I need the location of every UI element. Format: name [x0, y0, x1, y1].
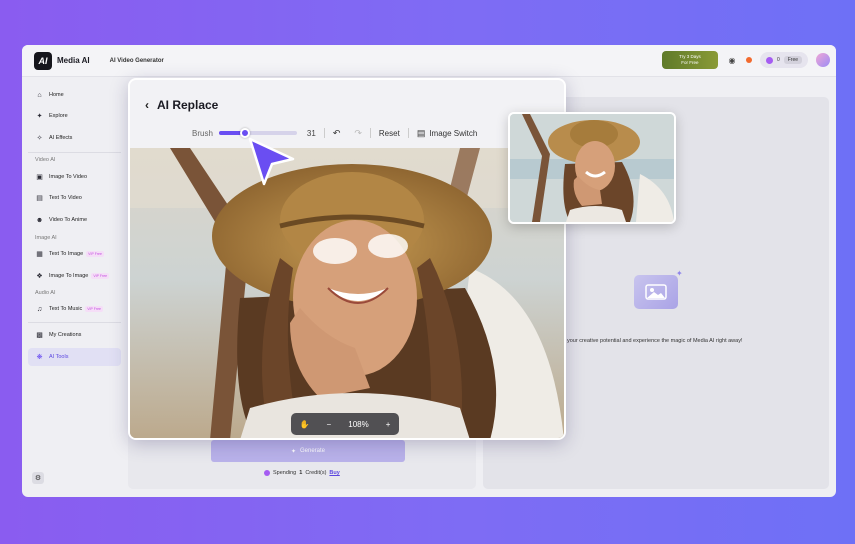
- top-bar: AI Media AI AI Video Generator Try 3 Day…: [22, 45, 836, 77]
- toolbar-divider: [407, 128, 409, 138]
- brush-label: Brush: [192, 128, 213, 138]
- modal-title: AI Replace: [157, 98, 219, 112]
- sidebar-item-text-to-image[interactable]: ▦ Text To Image VIP Free: [28, 245, 121, 263]
- free-trial-promo-button[interactable]: Try 3 Days For Free: [661, 51, 718, 69]
- toolbar-divider: [323, 128, 325, 138]
- sidebar-item-video-to-anime[interactable]: ☻ Video To Anime: [28, 211, 121, 229]
- plan-badge: Free: [783, 56, 802, 64]
- vip-badge: VIP Free: [85, 306, 103, 312]
- vip-badge: VIP Free: [86, 251, 104, 257]
- brush-size-value: 31: [306, 128, 316, 138]
- sidebar-divider: [28, 322, 121, 323]
- sidebar-item-text-to-music[interactable]: ♫ Text To Music VIP Free: [28, 300, 121, 318]
- reset-button[interactable]: Reset: [379, 129, 400, 138]
- image-placeholder-icon: [634, 275, 678, 309]
- sidebar-item-label: AI Effects: [49, 135, 73, 141]
- buy-link[interactable]: Buy: [329, 470, 339, 476]
- brush-size-slider[interactable]: [218, 128, 297, 138]
- generate-label: Generate: [300, 448, 326, 454]
- grid-icon: ❋: [36, 354, 43, 361]
- sparkle-icon: ✦: [290, 448, 296, 455]
- sidebar-item-label: AI Tools: [49, 354, 69, 360]
- sidebar-item-label: Text To Image: [49, 251, 84, 257]
- image-icon: ▦: [36, 251, 43, 258]
- brand-name: Media AI: [57, 56, 90, 65]
- app-logo[interactable]: AI: [34, 51, 52, 70]
- notification-icon[interactable]: [745, 57, 752, 63]
- sidebar-item-ai-tools[interactable]: ❋ AI Tools: [28, 348, 121, 366]
- spending-suffix: Credit(s): [305, 470, 327, 476]
- sidebar-item-explore[interactable]: ✦ Explore: [28, 107, 121, 125]
- anime-icon: ☻: [35, 216, 44, 224]
- image-switch-icon[interactable]: ▤: [417, 128, 426, 139]
- zoom-level: 108%: [348, 419, 369, 429]
- modal-header: ‹ AI Replace: [145, 98, 218, 112]
- sidebar-item-text-to-video[interactable]: ▤ Text To Video: [28, 189, 121, 207]
- help-bot-icon[interactable]: ⚙: [32, 472, 44, 484]
- hand-pan-icon[interactable]: ✋: [300, 420, 310, 429]
- spending-info: Spending 1 Credit(s) Buy: [264, 470, 340, 476]
- sidebar-item-label: Image To Image: [49, 273, 89, 279]
- sparkle-icon: ✧: [36, 135, 43, 142]
- image-switch-button[interactable]: Image Switch: [429, 129, 477, 138]
- sidebar-item-my-creations[interactable]: ▩ My Creations: [28, 326, 121, 344]
- sparkle-icon: ✦: [676, 269, 683, 278]
- generate-button[interactable]: ✦ Generate: [211, 440, 405, 462]
- preview-photo: [510, 114, 674, 222]
- credits-count: 0: [776, 57, 780, 63]
- undo-icon[interactable]: ↶: [333, 128, 341, 139]
- result-preview-image[interactable]: [508, 112, 676, 224]
- group-audio-ai: Audio AI: [35, 290, 56, 296]
- sidebar-item-label: Home: [49, 92, 64, 98]
- music-icon: ♫: [36, 305, 43, 313]
- sidebar-divider: [28, 152, 121, 153]
- sidebar-item-label: My Creations: [49, 332, 82, 338]
- images-icon: ❖: [36, 273, 43, 280]
- sidebar-item-ai-effects[interactable]: ✧ AI Effects: [28, 129, 121, 147]
- zoom-controls: ✋ − 108% +: [291, 413, 399, 435]
- group-image-ai: Image AI: [35, 235, 57, 241]
- discord-icon[interactable]: ◉: [726, 54, 738, 66]
- sidebar-item-home[interactable]: ⌂ Home: [28, 86, 121, 104]
- coin-icon: [765, 56, 773, 64]
- promo-line-2: For Free: [681, 60, 699, 65]
- compass-icon: ✦: [36, 113, 43, 120]
- brush-toolbar: Brush 31 ↶ ↷ Reset ▤ Image Switch: [192, 126, 477, 140]
- sidebar-item-label: Explore: [49, 113, 68, 119]
- user-avatar[interactable]: [816, 53, 830, 67]
- vip-badge: VIP Free: [91, 273, 110, 279]
- group-video-ai: Video AI: [35, 157, 56, 163]
- editable-photo[interactable]: ✋ − 108% +: [130, 148, 564, 438]
- empty-state-tagline: your creative potential and experience t…: [567, 338, 743, 344]
- spending-prefix: Spending: [273, 470, 297, 476]
- sidebar-item-image-to-image[interactable]: ❖ Image To Image VIP Free: [28, 267, 121, 285]
- redo-icon[interactable]: ↷: [354, 128, 362, 139]
- back-icon[interactable]: ‹: [145, 98, 149, 112]
- sidebar: ⌂ Home ✦ Explore ✧ AI Effects Video AI ▣…: [22, 77, 126, 497]
- sidebar-item-label: Video To Anime: [49, 217, 88, 223]
- sidebar-item-label: Text To Video: [49, 195, 82, 201]
- folder-icon: ▩: [36, 332, 43, 339]
- zoom-out-button[interactable]: −: [327, 420, 332, 429]
- sidebar-item-label: Image To Video: [49, 174, 88, 180]
- home-icon: ⌂: [37, 91, 42, 99]
- nav-ai-video-generator[interactable]: AI Video Generator: [110, 58, 164, 64]
- sidebar-item-image-to-video[interactable]: ▣ Image To Video: [28, 168, 121, 186]
- text-video-icon: ▤: [36, 195, 43, 202]
- coin-icon: [264, 470, 270, 476]
- photo-canvas: [130, 148, 564, 438]
- ai-replace-modal: ‹ AI Replace Brush 31 ↶ ↷ Reset ▤ Image …: [128, 78, 566, 440]
- spending-amount: 1: [299, 470, 303, 476]
- pointer-cursor-icon: [248, 137, 295, 186]
- video-icon: ▣: [36, 174, 43, 181]
- zoom-in-button[interactable]: +: [386, 420, 391, 429]
- toolbar-divider: [369, 128, 371, 138]
- credits-pill[interactable]: 0 Free: [759, 52, 808, 68]
- sidebar-item-label: Text To Music: [49, 306, 83, 312]
